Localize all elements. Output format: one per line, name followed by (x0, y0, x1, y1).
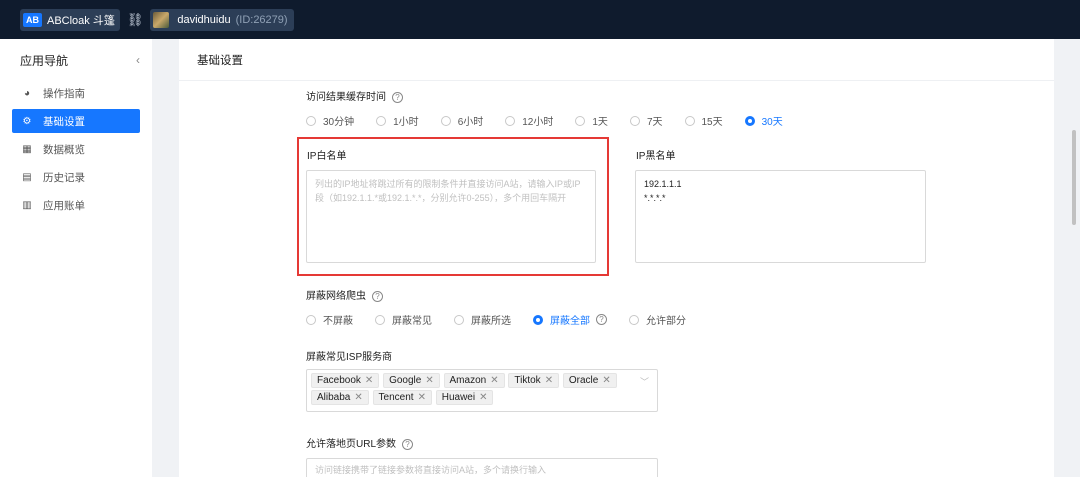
help-icon[interactable]: ? (392, 91, 403, 103)
sidebar-title: 应用导航 (20, 53, 69, 68)
sidebar-item-label: 操作指南 (43, 87, 85, 100)
cache-time-radio-group: 30分钟 1小时 6小时 12小时 1天 7天 15天 30天 (306, 113, 805, 128)
radio-15d[interactable]: 15天 (684, 113, 723, 128)
close-icon[interactable]: ✕ (479, 392, 487, 403)
page-title: 基础设置 (179, 39, 1054, 81)
sidebar-item-basic-settings[interactable]: ⚙ 基础设置 (12, 109, 140, 133)
radio-30min[interactable]: 30分钟 (306, 113, 354, 128)
radio-block-all[interactable]: 屏蔽全部? (533, 312, 607, 327)
blacklist-textarea[interactable]: 192.1.1.1 *.*.*.* (635, 170, 926, 263)
top-bar: AB ABCloak 斗篷 ⛓ davidhuidu (ID:26279) (0, 0, 1080, 39)
radio-block-common[interactable]: 屏蔽常见 (375, 312, 432, 327)
data-icon: ▦ (22, 143, 32, 155)
tag-amazon: Amazon ✕ (443, 373, 505, 388)
crawler-label-text: 屏蔽网络爬虫 (306, 291, 366, 302)
sidebar: 应用导航 ‹ ◕ 操作指南 ⚙ 基础设置 ▦ 数据概览 ▤ 历史记录 ▥ 应用账… (0, 39, 152, 477)
close-icon[interactable]: ✕ (354, 392, 362, 403)
chevron-down-icon[interactable]: ﹀ (640, 375, 649, 388)
blacklist-label: IP黑名单 (636, 151, 676, 162)
url-params-label-text: 允许落地页URL参数 (306, 439, 397, 450)
guide-icon: ◕ (23, 87, 31, 99)
help-icon[interactable]: ? (596, 314, 607, 325)
close-icon[interactable]: ✕ (425, 375, 433, 386)
sidebar-item-billing[interactable]: ▥ 应用账单 (12, 193, 140, 217)
tag-oracle: Oracle ✕ (562, 373, 617, 388)
scrollbar[interactable] (1072, 130, 1076, 225)
isp-select[interactable]: Facebook ✕ Google ✕ Amazon ✕ Tiktok ✕ Oracle… (306, 369, 658, 412)
app-brand[interactable]: AB ABCloak 斗篷 (20, 8, 120, 31)
history-icon: ▤ (22, 171, 32, 183)
username: davidhuidu (177, 13, 231, 26)
tag-google: Google ✕ (383, 373, 440, 388)
url-params-placeholder: 访问链接携带了链接参数将直接访问A站，多个请换行输入 (315, 465, 547, 475)
crawler-label: 屏蔽网络爬虫? (306, 287, 383, 302)
billing-icon: ▥ (22, 199, 32, 211)
sidebar-item-guide[interactable]: ◕ 操作指南 (12, 81, 140, 105)
cache-time-label-text: 访问结果缓存时间 (306, 92, 386, 103)
isp-label: 屏蔽常见ISP服务商 (306, 352, 393, 363)
gear-icon: ⚙ (22, 115, 32, 127)
radio-no-block[interactable]: 不屏蔽 (306, 312, 353, 327)
user-badge[interactable]: davidhuidu (ID:26279) (150, 8, 294, 31)
radio-7d[interactable]: 7天 (629, 113, 663, 128)
brand-logo: AB (23, 12, 42, 27)
help-icon[interactable]: ? (402, 438, 414, 450)
close-icon[interactable]: ✕ (602, 375, 610, 386)
blacklist-line: *.*.*.* (644, 193, 666, 203)
radio-allow-some[interactable]: 允许部分 (629, 312, 686, 327)
link-icon[interactable]: ⛓ (127, 12, 144, 28)
whitelist-textarea[interactable]: 列出的IP地址将跳过所有的限制条件并直接访问A站，请输入IP或IP段（如192.… (306, 170, 596, 263)
radio-1d[interactable]: 1天 (575, 113, 608, 128)
crawler-radio-group: 不屏蔽 屏蔽常见 屏蔽所选 屏蔽全部? 允许部分 (306, 312, 708, 327)
collapse-icon[interactable]: ‹ (136, 53, 140, 67)
radio-6h[interactable]: 6小时 (440, 113, 483, 128)
whitelist-label: IP白名单 (307, 151, 347, 162)
radio-30d[interactable]: 30天 (744, 113, 783, 128)
url-params-textarea[interactable]: 访问链接携带了链接参数将直接访问A站，多个请换行输入 (306, 458, 658, 477)
tag-facebook: Facebook ✕ (311, 373, 380, 388)
radio-12h[interactable]: 12小时 (505, 113, 553, 128)
tag-tencent: Tencent ✕ (372, 390, 432, 405)
sidebar-item-data-overview[interactable]: ▦ 数据概览 (12, 137, 140, 161)
cache-time-label: 访问结果缓存时间? (306, 88, 403, 103)
url-params-label: 允许落地页URL参数? (306, 435, 414, 450)
tag-alibaba: Alibaba ✕ (311, 390, 369, 405)
sidebar-item-label: 历史记录 (43, 171, 85, 184)
close-icon[interactable]: ✕ (490, 375, 498, 386)
sidebar-item-label: 基础设置 (43, 115, 85, 128)
radio-block-selected[interactable]: 屏蔽所选 (454, 312, 511, 327)
sidebar-header: 应用导航 ‹ (0, 39, 152, 81)
radio-1h[interactable]: 1小时 (376, 113, 419, 128)
sidebar-item-label: 应用账单 (43, 199, 85, 212)
sidebar-item-label: 数据概览 (43, 143, 85, 156)
user-id: (ID:26279) (235, 13, 288, 26)
sidebar-item-history[interactable]: ▤ 历史记录 (12, 165, 140, 189)
brand-name: ABCloak 斗篷 (47, 14, 115, 27)
tag-huawei: Huawei ✕ (435, 390, 494, 405)
close-icon[interactable]: ✕ (545, 375, 553, 386)
blacklist-line: 192.1.1.1 (644, 179, 682, 189)
close-icon[interactable]: ✕ (418, 392, 426, 403)
whitelist-placeholder: 列出的IP地址将跳过所有的限制条件并直接访问A站，请输入IP或IP段（如192.… (315, 179, 581, 203)
help-icon[interactable]: ? (372, 290, 383, 302)
avatar (153, 11, 170, 28)
close-icon[interactable]: ✕ (365, 375, 373, 386)
tag-tiktok: Tiktok ✕ (508, 373, 560, 388)
